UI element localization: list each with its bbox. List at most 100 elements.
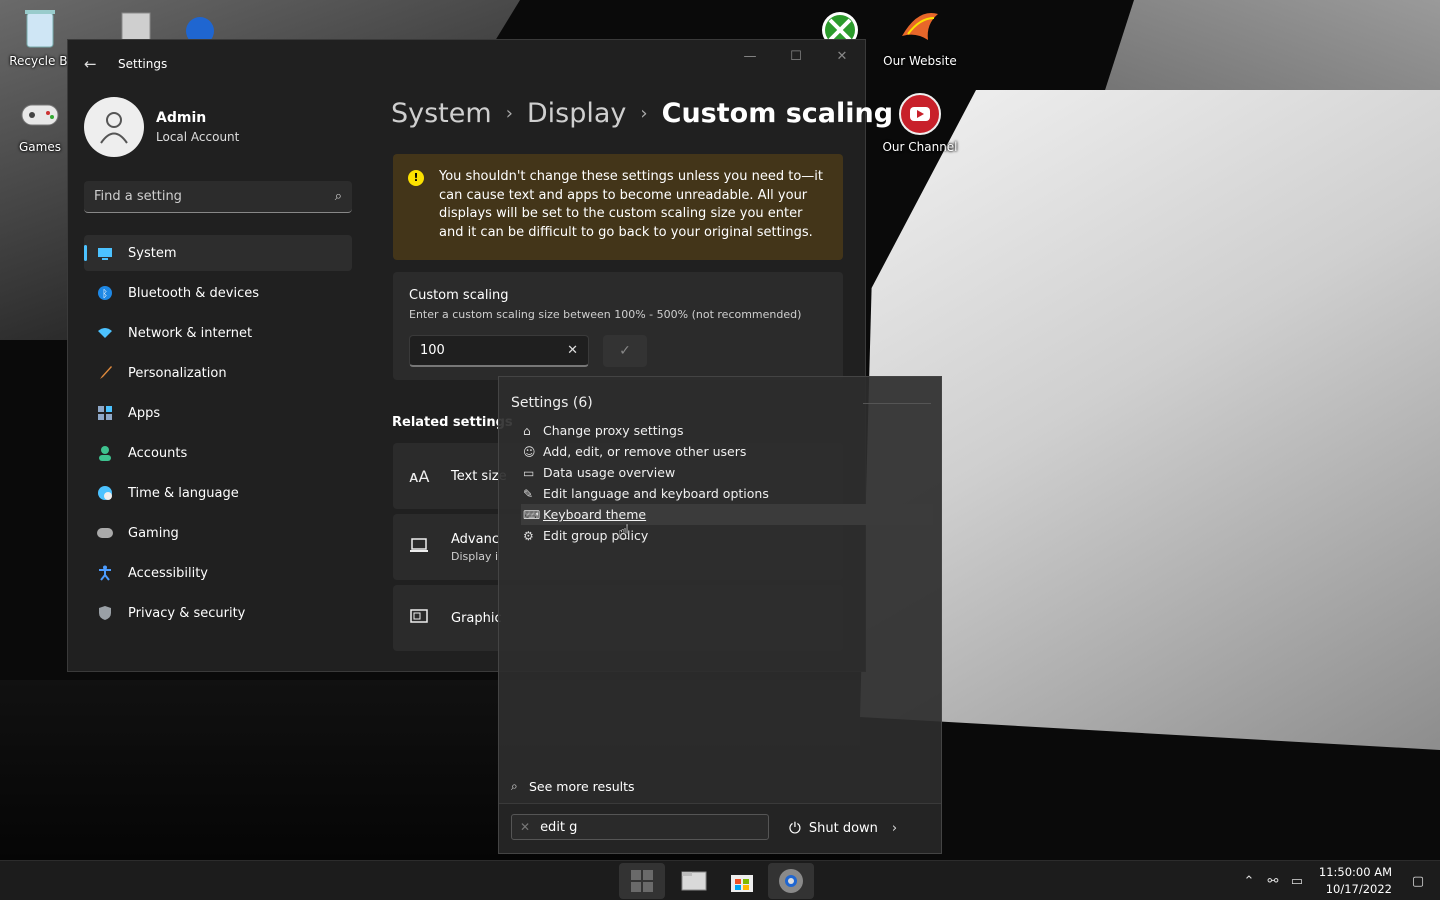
search-results-list: ⌂ Change proxy settings ☺ Add, edit, or … (521, 420, 933, 546)
warning-text: You shouldn't change these settings unle… (439, 169, 824, 240)
desktop-icon-our-website[interactable]: Our Website (880, 6, 960, 68)
find-setting-placeholder: Find a setting (94, 189, 182, 204)
bluetooth-icon: ᛒ (96, 284, 114, 302)
maximize-button[interactable]: ☐ (773, 40, 819, 72)
nav-item-accounts[interactable]: Accounts (84, 435, 352, 471)
keyboard-icon: ⌨ (523, 507, 541, 522)
page-title: Custom scaling (661, 98, 894, 129)
nav-item-system[interactable]: System (84, 235, 352, 271)
start-button[interactable] (619, 863, 665, 899)
nav-item-apps[interactable]: Apps (84, 395, 352, 431)
window-controls: — ☐ ✕ (727, 40, 865, 72)
result-change-proxy-settings[interactable]: ⌂ Change proxy settings (521, 420, 933, 441)
taskbar: ⌃ ⚯ ▭ 11:50:00 AM 10/17/2022 ▢ (0, 860, 1440, 900)
users-icon: ☺ (523, 444, 536, 459)
nav-item-time-language[interactable]: Time & language (84, 475, 352, 511)
taskbar-settings[interactable] (768, 863, 814, 899)
see-more-results-link[interactable]: ⌕ See more results (511, 779, 635, 794)
divider (863, 403, 931, 404)
proxy-icon: ⌂ (523, 423, 531, 438)
language-icon: ✎ (523, 486, 534, 501)
nav-item-personalization[interactable]: Personalization (84, 355, 352, 391)
recycle-bin-icon (18, 6, 62, 50)
breadcrumb-display[interactable]: Display (527, 98, 627, 129)
person-avatar-icon (100, 112, 128, 144)
clear-icon[interactable]: ✕ (567, 343, 578, 358)
breadcrumb-separator: › (640, 103, 648, 124)
avatar (84, 97, 144, 157)
related-settings-heading: Related settings (392, 415, 513, 430)
breadcrumb-separator: › (505, 103, 513, 124)
magnifier-icon: ⌕ (511, 779, 518, 793)
group-policy-icon: ⚙ (523, 528, 534, 543)
custom-scaling-title: Custom scaling (409, 288, 509, 303)
apps-icon (96, 404, 114, 422)
store-icon (731, 875, 753, 892)
breadcrumb-system[interactable]: System (391, 98, 492, 129)
clock[interactable]: 11:50:00 AM 10/17/2022 (1319, 864, 1392, 898)
nav-item-accessibility[interactable]: Accessibility (84, 555, 352, 591)
taskbar-file-explorer[interactable] (671, 863, 717, 899)
shut-down-button[interactable]: ⏻ Shut down › (789, 819, 897, 837)
result-data-usage-overview[interactable]: ▭ Data usage overview (521, 462, 933, 483)
warning-banner: ! You shouldn't change these settings un… (393, 154, 843, 260)
youtube-icon (898, 92, 942, 136)
network-icon[interactable]: ⚯ (1261, 874, 1285, 889)
phoenix-logo-icon (898, 6, 942, 50)
brush-icon (96, 364, 114, 382)
gamepad-icon (18, 92, 62, 136)
start-search-flyout: Settings (6) ⌂ Change proxy settings ☺ A… (498, 376, 942, 854)
nav-item-network-internet[interactable]: Network & internet (84, 315, 352, 351)
text-size-icon: ᴀA (409, 466, 430, 486)
hand-cursor-icon: ☝ (618, 520, 631, 544)
start-icon (631, 870, 653, 892)
file-explorer-icon (681, 871, 707, 891)
data-usage-icon: ▭ (523, 465, 535, 480)
shield-icon (96, 604, 114, 622)
start-search-value: edit g (540, 819, 578, 835)
chevron-up-icon[interactable]: ⌃ (1237, 874, 1261, 889)
checkmark-icon: ✓ (619, 343, 631, 359)
chevron-right-icon[interactable]: › (892, 821, 897, 836)
controller-icon (96, 524, 114, 542)
result-add-edit-remove-users[interactable]: ☺ Add, edit, or remove other users (521, 441, 933, 462)
display-icon[interactable]: ▭ (1285, 874, 1309, 889)
result-edit-language-keyboard[interactable]: ✎ Edit language and keyboard options (521, 483, 933, 504)
back-arrow-icon[interactable]: ← (84, 55, 104, 73)
custom-scaling-subtitle: Enter a custom scaling size between 100%… (409, 308, 802, 321)
monitor-icon (96, 244, 114, 262)
graphics-card-icon (409, 608, 431, 628)
nav-item-privacy-security[interactable]: Privacy & security (84, 595, 352, 631)
start-search-input[interactable]: ✕ edit g (511, 814, 769, 840)
minimize-button[interactable]: — (727, 40, 773, 72)
apply-scaling-button[interactable]: ✓ (603, 335, 647, 367)
system-tray: ⌃ ⚯ ▭ 11:50:00 AM 10/17/2022 ▢ (1237, 861, 1440, 900)
nav-item-gaming[interactable]: Gaming (84, 515, 352, 551)
svg-text:ᛒ: ᛒ (102, 289, 108, 300)
profile-name: Admin (156, 110, 207, 126)
result-edit-group-policy[interactable]: ⚙ Edit group policy (521, 525, 933, 546)
profile-account-type: Local Account (156, 130, 240, 144)
user-profile[interactable]: Admin Local Account (84, 97, 239, 157)
wifi-icon (96, 324, 114, 342)
settings-nav: System ᛒ Bluetooth & devices Network & i… (84, 235, 352, 635)
notification-icon[interactable]: ▢ (1406, 874, 1430, 889)
results-group-label: Settings (6) (511, 395, 593, 411)
search-x-icon: ✕ (520, 820, 531, 834)
taskbar-store[interactable] (719, 863, 765, 899)
flyout-footer: ✕ edit g ⏻ Shut down › (499, 803, 941, 853)
settings-gear-icon (779, 869, 803, 893)
globe-clock-icon (96, 484, 114, 502)
clock-date: 10/17/2022 (1325, 882, 1392, 896)
power-icon: ⏻ (789, 819, 801, 837)
clock-time: 11:50:00 AM (1318, 865, 1392, 879)
find-setting-input[interactable]: Find a setting ⌕ (84, 181, 352, 213)
result-keyboard-theme[interactable]: ⌨ Keyboard theme (521, 504, 933, 525)
close-button[interactable]: ✕ (819, 40, 865, 72)
nav-item-bluetooth-devices[interactable]: ᛒ Bluetooth & devices (84, 275, 352, 311)
warning-icon: ! (408, 170, 424, 186)
custom-scaling-input[interactable]: 100 ✕ (409, 335, 589, 367)
breadcrumb: System › Display › Custom scaling (391, 98, 893, 129)
custom-scaling-card: Custom scaling Enter a custom scaling si… (393, 272, 843, 380)
window-title: Settings (118, 57, 168, 71)
